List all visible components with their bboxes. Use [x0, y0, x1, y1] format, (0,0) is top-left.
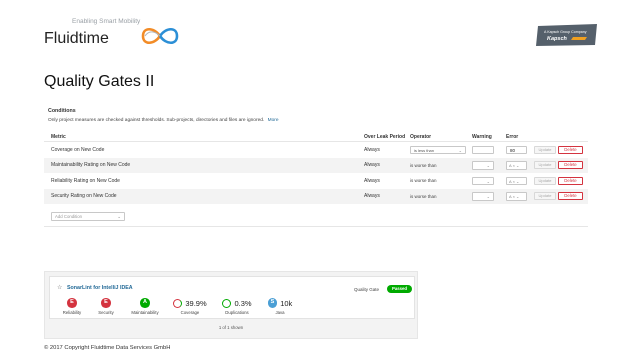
condition-row: Reliability Rating on New Code Always is… [44, 173, 588, 189]
delete-button[interactable]: Delete [558, 176, 583, 185]
conditions-panel: Conditions Only project measures are che… [44, 108, 588, 227]
conditions-title: Conditions [48, 108, 76, 114]
error-select[interactable]: A × ⌄ [506, 176, 527, 185]
size-value: 10k [280, 298, 293, 308]
security-rating-icon: E [101, 298, 111, 308]
measure-coverage[interactable]: 39.9% Coverage [170, 298, 210, 315]
kapsch-badge: A Kapsch Group Company Kapsch [536, 24, 597, 46]
condition-metric: Security Rating on New Code [51, 193, 117, 200]
error-select-value: A [509, 163, 512, 168]
conditions-note-text: Only project measures are checked agains… [48, 118, 265, 123]
brand-name: Fluidtime [44, 30, 109, 47]
condition-metric: Coverage on New Code [51, 146, 105, 153]
delete-button[interactable]: Delete [558, 192, 583, 201]
project-card-container: ☆ SonarLint for IntelliJ IDEA Quality Ga… [44, 271, 418, 339]
fluidtime-logo-icon [141, 27, 179, 45]
update-button[interactable]: Update [534, 161, 556, 170]
operator-select[interactable]: is less than ⌄ [410, 145, 466, 154]
copyright: © 2017 Copyright Fluidtime Data Services… [44, 345, 171, 351]
projects-count: 1 of 1 shown [218, 325, 244, 330]
error-select[interactable]: A × ⌄ [506, 192, 527, 201]
maintainability-rating-icon: A [140, 298, 150, 308]
chevron-down-icon: ⌄ [458, 147, 462, 153]
operator-text: is worse than [410, 193, 437, 199]
condition-row: Security Rating on New Code Always is wo… [44, 188, 588, 204]
header-operator: Operator [410, 134, 432, 140]
duplications-donut-icon [222, 298, 232, 308]
condition-row: Coverage on New Code Always is less than… [44, 142, 588, 158]
measure-label: Security [98, 310, 114, 315]
clear-icon: × ⌄ [512, 163, 520, 168]
project-name-link[interactable]: SonarLint for IntelliJ IDEA [67, 285, 133, 291]
badge-line1: A Kapsch Group Company [544, 30, 587, 34]
brand-tagline: Enabling Smart Mobility [72, 18, 141, 25]
header-metric: Metric [51, 134, 66, 140]
warning-select[interactable]: ⌄ [472, 192, 494, 201]
condition-metric: Reliability Rating on New Code [51, 177, 120, 184]
measure-size[interactable]: S 10k Java [260, 298, 300, 315]
delete-button[interactable]: Delete [558, 161, 583, 170]
warning-select[interactable]: ⌄ [472, 176, 494, 185]
warning-select[interactable]: ⌄ [472, 161, 494, 170]
star-icon[interactable]: ☆ [57, 284, 62, 291]
quality-gate-badge: Passed [387, 284, 412, 293]
conditions-note: Only project measures are checked agains… [48, 118, 588, 123]
coverage-donut-icon [173, 298, 183, 308]
measure-label: Maintainability [131, 310, 159, 315]
measure-duplications[interactable]: 0.3% Duplications [217, 298, 257, 315]
condition-period: Always [364, 193, 380, 200]
add-condition-select[interactable]: Add Condition ⌄ [51, 212, 125, 221]
operator-select-value: is less than [414, 147, 435, 153]
reliability-rating-icon: E [67, 298, 77, 308]
quality-gate-label: Quality Gate [354, 287, 380, 292]
more-link[interactable]: More [268, 118, 279, 123]
measure-maintainability[interactable]: A Maintainability [125, 298, 165, 315]
clear-icon: × ⌄ [512, 194, 520, 199]
error-select-value: A [509, 178, 512, 184]
error-select[interactable]: A × ⌄ [506, 161, 527, 170]
error-input[interactable]: 80 [506, 145, 527, 154]
warning-input[interactable] [472, 145, 494, 154]
error-select-value: A [509, 194, 512, 199]
slide: Enabling Smart Mobility Fluidtime A Kaps… [0, 0, 638, 359]
conditions-divider [44, 226, 588, 227]
badge-brand: Kapsch [547, 36, 568, 42]
header-error: Error [506, 134, 519, 140]
condition-period: Always [364, 162, 380, 169]
operator-text: is worse than [410, 178, 437, 184]
condition-metric: Maintainability Rating on New Code [51, 162, 131, 169]
clear-icon: × ⌄ [512, 178, 520, 184]
conditions-header-row: Metric Over Leak Period Operator Warning… [44, 133, 588, 142]
measure-label: Coverage [180, 310, 200, 315]
update-button[interactable]: Update [534, 145, 556, 154]
project-card: ☆ SonarLint for IntelliJ IDEA Quality Ga… [49, 276, 415, 319]
measure-label: Duplications [225, 310, 249, 315]
chevron-down-icon: ⌄ [117, 214, 121, 219]
measure-label: Java [275, 310, 285, 315]
conditions-table: Metric Over Leak Period Operator Warning… [44, 133, 588, 204]
add-condition-placeholder: Add Condition [55, 214, 82, 219]
condition-period: Always [364, 146, 380, 153]
chevron-down-icon: ⌄ [486, 178, 490, 184]
condition-row: Maintainability Rating on New Code Alway… [44, 157, 588, 173]
header-warning: Warning [472, 134, 492, 140]
header-period: Over Leak Period [364, 134, 406, 140]
update-button[interactable]: Update [534, 192, 556, 201]
update-button[interactable]: Update [534, 176, 556, 185]
measure-security[interactable]: E Security [86, 298, 126, 315]
slide-title: Quality Gates II [44, 73, 155, 90]
operator-text: is worse than [410, 162, 437, 168]
delete-button[interactable]: Delete [558, 145, 583, 154]
size-icon: S [267, 298, 278, 308]
duplications-value: 0.3% [234, 298, 252, 308]
chevron-down-icon: ⌄ [486, 194, 490, 199]
chevron-down-icon: ⌄ [486, 163, 490, 168]
coverage-value: 39.9% [185, 298, 207, 308]
condition-period: Always [364, 177, 380, 184]
